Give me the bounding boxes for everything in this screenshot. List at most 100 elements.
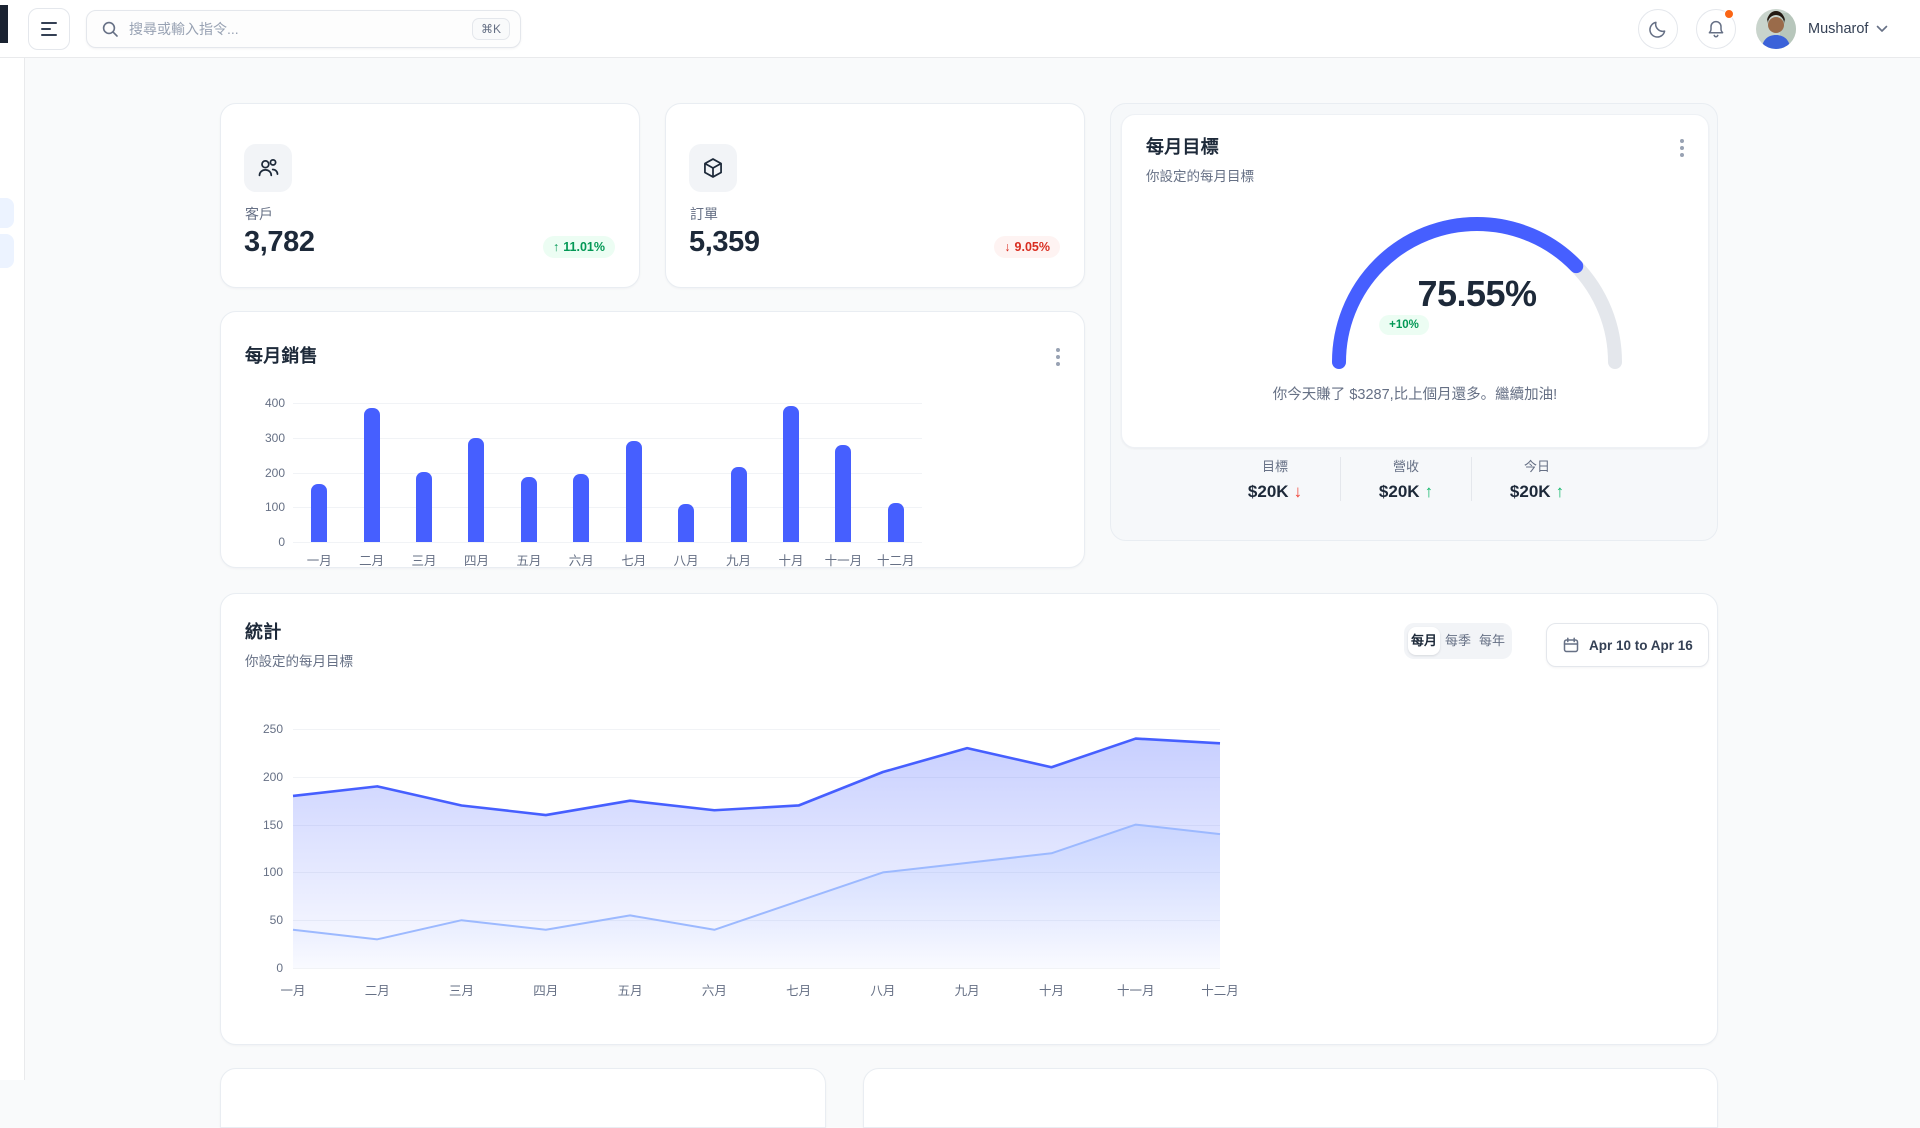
monthly-target-card: 每月目標 你設定的每月目標 75.55% +10% 你今天賺了 $3287,比上…	[1110, 103, 1718, 541]
app-header: ⌘K Musharof	[0, 0, 1920, 58]
gridline	[293, 403, 922, 404]
search-icon	[102, 21, 118, 37]
gridline	[293, 542, 922, 543]
target-percentage: 75.55%	[1417, 273, 1537, 314]
bar	[520, 477, 537, 542]
y-axis-label: 200	[262, 769, 283, 784]
metric-label: 訂單	[690, 206, 718, 222]
chevron-down-icon	[1877, 25, 1888, 32]
target-delta-badge: +10%	[1379, 315, 1429, 335]
bottom-left-card	[220, 1068, 826, 1128]
avatar-image	[1756, 9, 1796, 49]
metric-trend-badge: ↑ 11.01%	[543, 236, 615, 258]
metric-card-orders: 訂單 5,359 ↓ 9.05%	[665, 103, 1085, 288]
bar	[730, 467, 747, 542]
theme-toggle-button[interactable]	[1638, 9, 1678, 49]
x-axis-label: 六月	[568, 554, 594, 568]
more-options-icon[interactable]	[1674, 133, 1690, 163]
target-stat: 營收 $20K ↑	[1341, 456, 1471, 502]
trend-arrow-icon: ↓	[1004, 240, 1011, 254]
x-axis-label: 一月	[306, 554, 332, 568]
collapsed-sidebar	[0, 58, 25, 1080]
shortcut-badge: ⌘K	[471, 18, 510, 40]
y-axis-label: 150	[262, 817, 283, 832]
x-axis-label: 四月	[463, 554, 489, 568]
y-axis-label: 50	[269, 913, 283, 928]
metric-label: 客戶	[245, 206, 273, 222]
target-message: 你今天賺了 $3287,比上個月還多。繼續加油!	[1272, 387, 1558, 403]
bar	[678, 503, 695, 542]
x-axis-label: 三月	[411, 554, 437, 568]
area-series	[292, 737, 1221, 968]
bottom-right-card	[863, 1068, 1718, 1128]
sidebar-item-fragment[interactable]	[0, 198, 14, 228]
trend-arrow-icon: ↑	[1555, 482, 1565, 501]
y-axis-label: 300	[264, 430, 285, 445]
statistics-chart: 0 50 100 150 200 250 一月 二月 三月 四月 五月 六月 七月 八月 九月 十月 十一月 十二…	[221, 594, 1719, 1046]
x-axis-label: 一月	[280, 984, 306, 998]
bar	[416, 472, 433, 542]
bar	[835, 444, 852, 542]
y-axis-label: 100	[262, 865, 283, 880]
trend-arrow-icon: ↓	[1293, 482, 1303, 501]
notification-dot	[1724, 9, 1734, 19]
trend-arrow-icon: ↑	[1424, 482, 1434, 501]
sidebar-item-fragment[interactable]	[0, 234, 14, 268]
gridline	[293, 472, 922, 474]
users-icon	[244, 144, 292, 192]
x-axis-label: 三月	[449, 984, 475, 998]
x-axis-label: 十一月	[824, 554, 863, 568]
search-input[interactable]	[129, 21, 462, 37]
trend-arrow-icon: ↑	[553, 240, 560, 254]
y-axis-label: 200	[264, 465, 285, 480]
monthly-sales-chart: 400 300 200 100 0 一月 二月 三月 四月 五月 六月 七月 八月 九月 十月 十一月 十二月	[221, 312, 1086, 569]
statistics-card: 統計 你設定的每月目標 每月 每季 每年 Apr 10 to Apr 16 05…	[220, 593, 1718, 1045]
global-search[interactable]: ⌘K	[86, 10, 521, 48]
y-axis-label: 0	[278, 535, 285, 549]
sidebar-dark-edge	[0, 5, 8, 43]
bar	[573, 474, 590, 542]
metric-card-customers: 客戶 3,782 ↑ 11.01%	[220, 103, 640, 288]
avatar[interactable]	[1756, 9, 1796, 49]
metric-value: 3,782	[244, 226, 315, 258]
x-axis-label: 七月	[786, 984, 812, 998]
gridline	[293, 507, 922, 509]
x-axis-label: 十二月	[877, 554, 915, 568]
x-axis-label: 二月	[364, 984, 390, 998]
target-stat: 目標 $20K ↓	[1210, 456, 1340, 502]
x-axis-label: 五月	[516, 554, 542, 568]
y-axis-label: 0	[276, 961, 283, 975]
x-axis-label: 九月	[726, 554, 752, 568]
monthly-target-inner: 每月目標 你設定的每月目標 75.55% +10% 你今天賺了 $3287,比上…	[1121, 114, 1709, 448]
stat-value: $20K ↑	[1378, 482, 1434, 501]
card-title: 每月目標	[1146, 137, 1219, 157]
y-axis-label: 250	[262, 722, 283, 736]
moon-icon	[1649, 21, 1666, 38]
monthly-sales-card: 每月銷售 400 300 200 100 0 一月 二月 三月 四月 五月 六月 七月 八月 九月 十月 十一…	[220, 311, 1085, 568]
x-axis-label: 二月	[359, 554, 385, 568]
user-menu[interactable]: Musharof	[1808, 0, 1888, 58]
gridline	[293, 437, 922, 439]
card-subtitle: 你設定的每月目標	[1146, 169, 1254, 184]
x-axis-label: 四月	[533, 984, 559, 998]
menu-icon	[41, 22, 57, 36]
stat-label: 營收	[1392, 459, 1419, 474]
notifications-button[interactable]	[1696, 9, 1736, 49]
x-axis-label: 九月	[954, 984, 980, 998]
stat-label: 今日	[1523, 459, 1550, 474]
bar	[311, 483, 328, 542]
x-axis-label: 七月	[621, 554, 647, 568]
target-stat: 今日 $20K ↑	[1472, 456, 1602, 502]
bar	[468, 438, 485, 542]
target-stats-row: 目標 $20K ↓ 營收 $20K ↑ 今日 $20K ↑	[1210, 456, 1620, 502]
bar	[887, 503, 904, 542]
sidebar-toggle-button[interactable]	[28, 8, 70, 50]
user-name: Musharof	[1808, 21, 1869, 37]
y-axis-label: 100	[264, 500, 285, 515]
x-axis-label: 十月	[778, 554, 804, 568]
y-axis-label: 400	[264, 396, 285, 410]
x-axis-label: 十二月	[1201, 984, 1239, 998]
stat-label: 目標	[1261, 459, 1288, 474]
bar	[625, 440, 642, 542]
x-axis-label: 十一月	[1116, 984, 1155, 998]
